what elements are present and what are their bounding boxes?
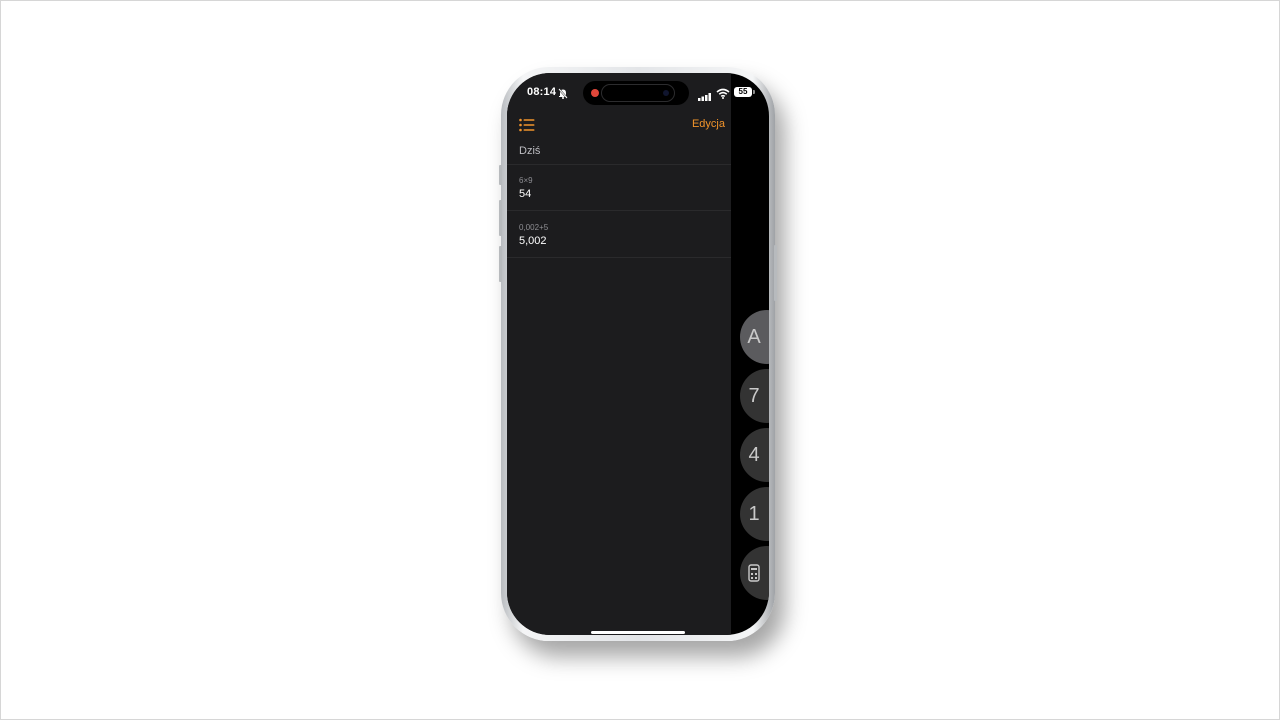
phone-screen: 08:14 55 Edycja Dziś 6×9 54 0,002+5 5,00…: [507, 73, 769, 635]
entry-expression: 6×9: [519, 176, 533, 185]
dynamic-island: [583, 81, 689, 105]
signal-icon: [698, 88, 712, 106]
entry-result: 54: [519, 188, 532, 200]
key-calculator-mode[interactable]: [740, 546, 769, 600]
divider: [507, 210, 731, 211]
action-button: [499, 165, 502, 185]
bell-slash-icon: [558, 86, 568, 104]
key-one[interactable]: 1: [740, 487, 769, 541]
front-camera: [663, 90, 669, 96]
key-label: 1: [748, 502, 760, 525]
wifi-icon: [716, 86, 730, 104]
volume-up-button: [499, 200, 502, 236]
key-seven[interactable]: 7: [740, 369, 769, 423]
home-indicator[interactable]: [591, 631, 685, 634]
list-icon[interactable]: [519, 118, 535, 137]
key-label: 4: [748, 443, 760, 466]
battery-icon: 55: [734, 87, 752, 97]
status-time: 08:14: [527, 86, 557, 98]
key-label: A: [747, 325, 761, 348]
key-four[interactable]: 4: [740, 428, 769, 482]
divider: [507, 164, 731, 165]
history-entry[interactable]: 6×9 54: [519, 176, 719, 200]
entry-expression: 0,002+5: [519, 223, 549, 232]
key-label: 7: [748, 384, 760, 407]
key-all-clear[interactable]: A: [740, 310, 769, 364]
battery-tip: [753, 90, 755, 94]
power-button: [774, 245, 777, 301]
section-header-today: Dziś: [519, 145, 541, 157]
history-entry[interactable]: 0,002+5 5,002: [519, 223, 719, 247]
volume-down-button: [499, 246, 502, 282]
divider: [507, 257, 731, 258]
calculator-icon: [727, 564, 769, 582]
entry-result: 5,002: [519, 235, 547, 247]
recording-indicator: [591, 89, 599, 97]
calculator-history-panel: 08:14 55 Edycja Dziś 6×9 54 0,002+5 5,00…: [507, 73, 755, 635]
edit-button[interactable]: Edycja: [677, 118, 725, 130]
